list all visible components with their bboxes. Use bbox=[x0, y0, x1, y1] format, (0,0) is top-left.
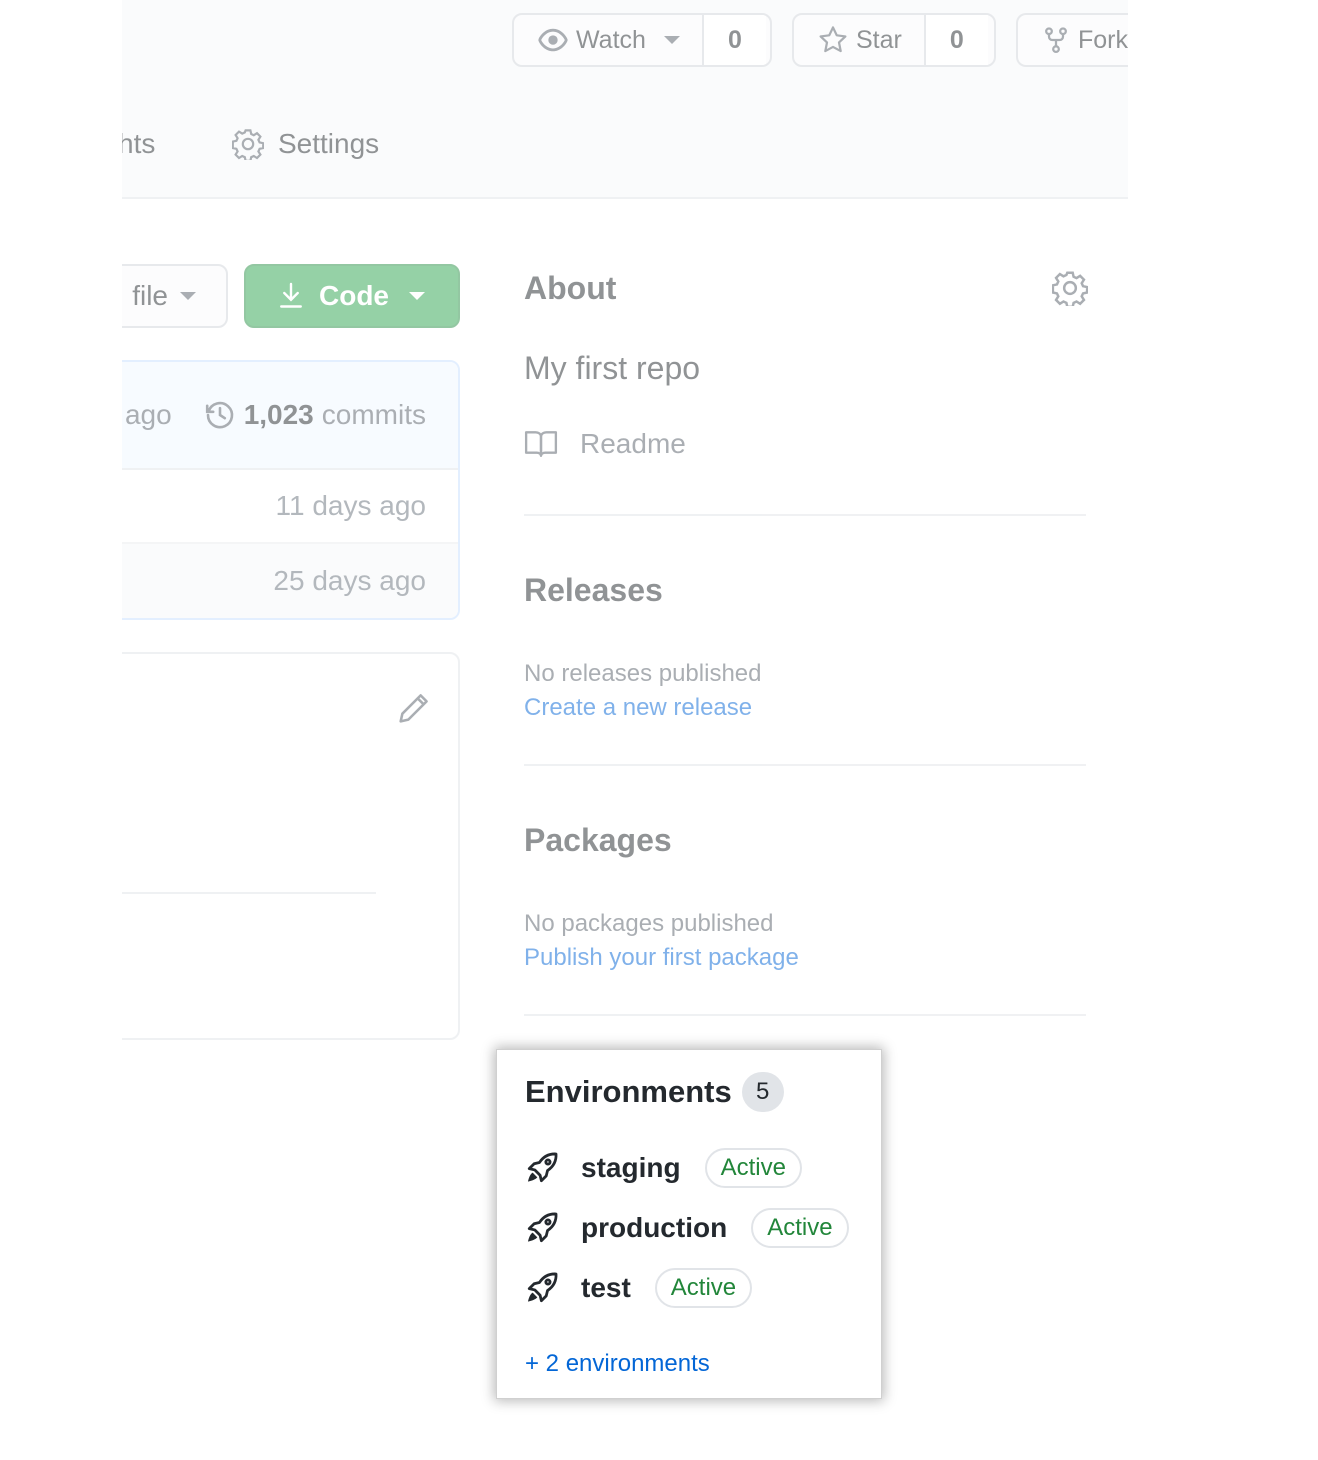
packages-section: Packages No packages published Publish y… bbox=[524, 766, 1086, 1016]
watch-label: Watch bbox=[576, 25, 646, 54]
readme-link[interactable]: Readme bbox=[524, 428, 686, 460]
file-row-age: 25 days ago bbox=[273, 565, 426, 596]
star-button-group: Star 0 bbox=[792, 13, 996, 67]
history-icon bbox=[204, 399, 236, 431]
environment-name: test bbox=[581, 1272, 631, 1303]
star-count[interactable]: 0 bbox=[925, 15, 988, 65]
tab-insights[interactable]: hts bbox=[122, 128, 155, 160]
environments-count-badge: 5 bbox=[741, 1072, 784, 1112]
rocket-icon bbox=[525, 1271, 559, 1305]
fork-button[interactable]: Fork bbox=[1018, 15, 1128, 65]
releases-heading[interactable]: Releases bbox=[524, 572, 663, 609]
readme-box bbox=[122, 652, 460, 1040]
about-heading: About bbox=[524, 270, 617, 306]
chevron-down-icon bbox=[409, 292, 425, 300]
eye-icon bbox=[538, 25, 568, 55]
file-row[interactable]: 11 days ago bbox=[122, 470, 458, 544]
commits-link[interactable]: 1,023 commits bbox=[204, 399, 426, 431]
tab-insights-label: hts bbox=[122, 128, 156, 159]
gear-icon[interactable] bbox=[1052, 270, 1088, 306]
star-icon bbox=[818, 25, 848, 55]
environment-item[interactable]: staging Active bbox=[525, 1148, 802, 1188]
publish-package-link[interactable]: Publish your first package bbox=[524, 944, 799, 972]
file-row[interactable]: 25 days ago bbox=[122, 544, 458, 618]
status-badge: Active bbox=[751, 1208, 849, 1248]
packages-heading[interactable]: Packages bbox=[524, 822, 672, 859]
add-file-button[interactable]: file bbox=[122, 264, 228, 328]
chevron-down-icon bbox=[663, 36, 680, 44]
more-environments-link[interactable]: + 2 environments bbox=[525, 1350, 710, 1378]
rocket-icon bbox=[525, 1151, 559, 1185]
repository-header: Watch 0 Star 0 Fork hts Settings bbox=[122, 0, 1128, 199]
tab-settings-label: Settings bbox=[278, 128, 380, 159]
last-commit-time: ago bbox=[124, 399, 172, 430]
releases-empty-text: No releases published bbox=[524, 660, 762, 687]
watch-button[interactable]: Watch bbox=[514, 15, 704, 65]
gear-icon bbox=[232, 128, 264, 160]
repository-sidebar: About My first repo Readme Releases No r… bbox=[524, 250, 1088, 1016]
environment-item[interactable]: test Active bbox=[525, 1268, 753, 1308]
browser-viewport: Watch 0 Star 0 Fork hts Settings file Co… bbox=[122, 0, 1128, 1460]
repo-description: My first repo bbox=[524, 350, 701, 386]
add-file-label: file bbox=[132, 280, 168, 311]
environments-title: Environments bbox=[525, 1074, 732, 1109]
rocket-icon bbox=[525, 1211, 559, 1245]
watch-button-group: Watch 0 bbox=[512, 13, 772, 67]
file-row-age: 11 days ago bbox=[275, 490, 427, 521]
divider bbox=[122, 892, 376, 894]
readme-label: Readme bbox=[580, 428, 686, 459]
environments-section: Environments 5 staging Active production… bbox=[496, 1049, 882, 1399]
status-badge: Active bbox=[654, 1268, 753, 1308]
star-label: Star bbox=[856, 25, 902, 54]
chevron-down-icon bbox=[180, 292, 196, 300]
tab-settings[interactable]: Settings bbox=[232, 128, 379, 160]
commit-count-suffix: commits bbox=[321, 399, 426, 430]
environments-heading[interactable]: Environments 5 bbox=[525, 1072, 784, 1112]
environment-name: production bbox=[581, 1212, 728, 1243]
download-icon bbox=[279, 282, 303, 310]
about-section: About My first repo Readme bbox=[524, 250, 1088, 516]
environment-item[interactable]: production Active bbox=[525, 1208, 849, 1248]
star-button[interactable]: Star bbox=[794, 15, 926, 65]
latest-commit-bar: ago 1,023 commits bbox=[122, 362, 458, 470]
packages-empty-text: No packages published bbox=[524, 910, 774, 937]
pencil-icon[interactable] bbox=[396, 692, 430, 726]
environment-name: staging bbox=[581, 1152, 681, 1183]
status-badge: Active bbox=[704, 1148, 802, 1188]
fork-button-group: Fork bbox=[1016, 13, 1128, 67]
code-label: Code bbox=[319, 280, 389, 311]
watch-count[interactable]: 0 bbox=[703, 15, 766, 65]
fork-label: Fork bbox=[1078, 25, 1128, 54]
file-list-box: ago 1,023 commits 11 days ago 25 days ag… bbox=[122, 360, 460, 620]
code-button[interactable]: Code bbox=[244, 264, 460, 328]
book-icon bbox=[524, 429, 558, 459]
commit-count: 1,023 bbox=[243, 399, 314, 430]
create-release-link[interactable]: Create a new release bbox=[524, 694, 752, 722]
repo-forked-icon bbox=[1042, 25, 1070, 55]
releases-section: Releases No releases published Create a … bbox=[524, 516, 1086, 766]
